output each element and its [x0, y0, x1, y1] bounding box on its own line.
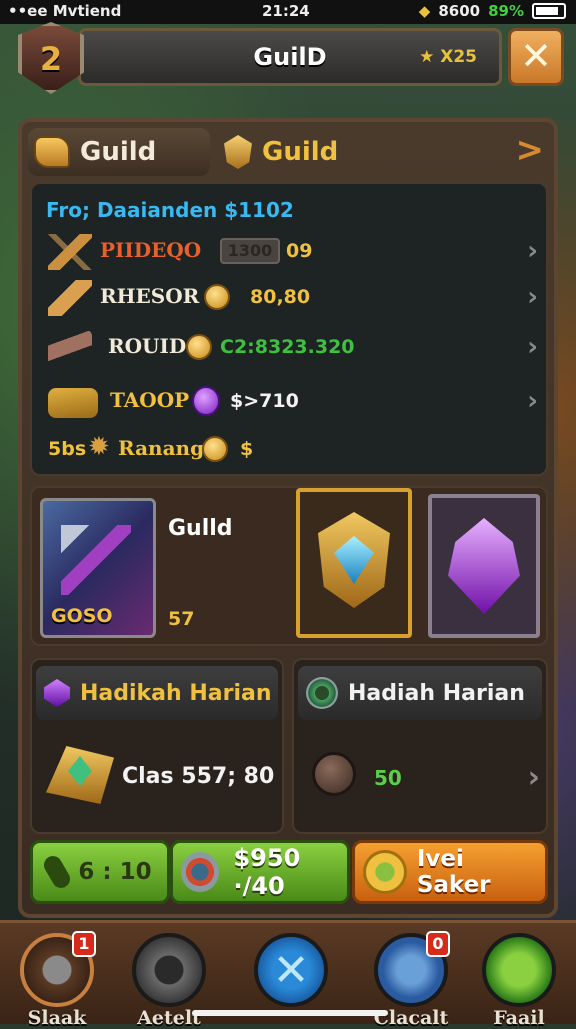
- daily-rewards: Hadikah Harian Clas 557; 80 Hadiah Haria…: [30, 658, 548, 834]
- gem-icon: [44, 679, 70, 707]
- card-title: Gulld: [168, 516, 233, 541]
- chevron-right-icon[interactable]: ›: [528, 760, 540, 795]
- reward-heading: Hadiah Harian: [348, 680, 525, 706]
- coin-icon: [202, 436, 228, 462]
- list-item[interactable]: RHESOR 80,80 ›: [48, 276, 538, 320]
- item-label: TAOOP: [110, 388, 190, 412]
- coin-status-value: 8600: [438, 2, 481, 20]
- crest-icon: [224, 135, 252, 169]
- item-label: PIIDEQO: [100, 238, 202, 262]
- chevron-right-icon[interactable]: >: [516, 130, 545, 170]
- home-indicator[interactable]: [192, 1010, 388, 1016]
- shield-icon: [318, 512, 390, 608]
- reward-text: Clas 557; 80: [122, 764, 275, 789]
- list-item[interactable]: TAOOP $>710 ›: [48, 380, 538, 424]
- battery-percent: 89%: [488, 2, 524, 20]
- equipment-cards: GOSO Gulld 57: [30, 486, 548, 646]
- list-item[interactable]: ROUID C2:8323.320 ›: [48, 326, 538, 370]
- notification-badge: 1: [72, 931, 96, 957]
- tab-label: Guild: [262, 137, 339, 167]
- leaf-icon: [41, 852, 74, 892]
- list-item[interactable]: PIIDEQO 1300 09 ›: [48, 230, 538, 274]
- claim-button[interactable]: Ivei Saker: [352, 840, 548, 904]
- currency-display: ★ X25: [419, 47, 477, 67]
- crossed-swords-icon: [254, 933, 328, 1007]
- currency-value: X25: [440, 47, 477, 67]
- reward-heading: Hadikah Harian: [80, 680, 272, 706]
- sword-icon: [48, 280, 92, 316]
- list-heading: Fro; Daaianden $1102: [46, 198, 294, 222]
- nav-label: Faail: [493, 1007, 545, 1029]
- tab-guild-active[interactable]: Guild: [28, 128, 210, 176]
- carrier-label: ••ee Mvtiend: [8, 2, 122, 20]
- coin-status-icon: ◆: [418, 2, 431, 20]
- card-value: GOSO: [51, 605, 113, 627]
- chevron-right-icon[interactable]: ›: [527, 282, 538, 312]
- header-bar: GuilD ★ X25: [78, 28, 502, 86]
- clock: 21:24: [262, 2, 310, 20]
- emblem-icon: [306, 677, 338, 709]
- reward-panel: Hadikah Harian Clas 557; 80: [30, 658, 284, 834]
- chevron-right-icon[interactable]: ›: [527, 386, 538, 416]
- purple-gem-icon: [192, 386, 220, 416]
- item-value: $>710: [230, 390, 299, 412]
- level-value: 2: [39, 40, 63, 78]
- price-label: $950​·/40: [233, 844, 301, 900]
- helmet-icon: [132, 933, 206, 1007]
- tab-guild[interactable]: Guild: [224, 128, 338, 176]
- nav-label: Slaak: [27, 1007, 87, 1029]
- gold-helmet-icon: [34, 136, 70, 168]
- chevron-right-icon[interactable]: ›: [527, 236, 538, 266]
- item-value: C2:8323.320: [220, 336, 355, 358]
- item-value: 09: [286, 240, 313, 262]
- close-button[interactable]: ✕: [508, 28, 564, 86]
- reward-header[interactable]: Hadiah Harian: [298, 666, 542, 720]
- card-number: 57: [168, 608, 195, 630]
- item-label: Ranang: [118, 436, 205, 460]
- dagger-icon: [48, 330, 92, 366]
- claim-label: Ivei Saker: [416, 846, 491, 898]
- weapon-card[interactable]: GOSO: [40, 498, 156, 638]
- nav-item-faail[interactable]: Faail: [476, 933, 562, 1029]
- item-value: 80,80: [250, 286, 311, 308]
- leaf-icon: [482, 933, 556, 1007]
- axe-icon: [61, 525, 131, 595]
- reward-header[interactable]: Hadikah Harian: [36, 666, 278, 720]
- gold-blade-icon: [48, 388, 98, 418]
- amulet-icon: [46, 746, 114, 804]
- action-bar: 6 : 10 $950​·/40 Ivei Saker: [30, 840, 548, 906]
- item-label: RHESOR: [100, 284, 200, 308]
- chevron-right-icon[interactable]: ›: [527, 332, 538, 362]
- tab-bar: Guild Guild >: [28, 124, 548, 180]
- purchase-button[interactable]: $950​·/40: [170, 840, 350, 904]
- sword-icon: [48, 234, 92, 270]
- status-bar: ••ee Mvtiend 21:24 ◆ 8600 89%: [0, 0, 576, 24]
- item-label: ROUID: [108, 334, 187, 358]
- timer-button[interactable]: 6 : 10: [30, 840, 170, 904]
- ring-icon: [363, 850, 407, 894]
- crystal-icon: [448, 518, 520, 614]
- item-pill: 1300: [220, 238, 280, 264]
- notification-badge: 0: [426, 931, 450, 957]
- guild-stats-list: Fro; Daaianden $1102 PIIDEQO 1300 09 › R…: [30, 182, 548, 476]
- reward-panel: Hadiah Harian 50 ›: [292, 658, 548, 834]
- coin-icon: [186, 334, 212, 360]
- gear-icon: ✹: [88, 432, 110, 462]
- item-value: $: [240, 438, 254, 460]
- tab-label: Guild: [80, 137, 157, 167]
- timer-icon: [181, 852, 220, 892]
- shield-card[interactable]: [296, 488, 412, 638]
- item-prefix: 5bs: [48, 438, 87, 460]
- nav-item-slaak[interactable]: 1 Slaak: [14, 931, 100, 1029]
- coin-icon: [204, 284, 230, 310]
- battery-icon: [532, 3, 566, 19]
- crystal-card[interactable]: [428, 494, 540, 638]
- list-item[interactable]: 5bs ✹ Ranang $: [48, 428, 538, 472]
- orb-icon: [312, 752, 356, 796]
- bottom-nav: 1 Slaak Aetelt 0 Clacalt Faail: [0, 920, 576, 1029]
- timer-label: 6 : 10: [78, 859, 152, 885]
- reward-text: 50: [374, 766, 402, 790]
